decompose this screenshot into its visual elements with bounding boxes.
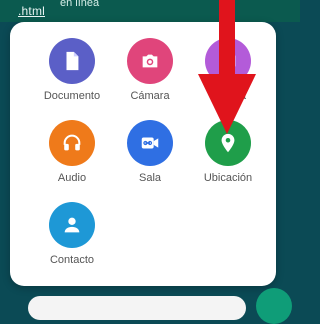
headphones-icon <box>49 120 95 166</box>
chat-title[interactable]: .html <box>18 4 45 18</box>
send-button[interactable] <box>256 288 292 324</box>
person-icon <box>49 202 95 248</box>
video-link-icon <box>127 120 173 166</box>
document-icon <box>49 38 95 84</box>
camera-icon <box>127 38 173 84</box>
attach-camera-button[interactable]: Cámara <box>110 38 190 103</box>
chat-status: en línea <box>60 0 100 9</box>
arrow-down-icon <box>198 0 256 134</box>
attach-room-label: Sala <box>138 172 162 184</box>
attach-contact-button[interactable]: Contacto <box>32 202 112 267</box>
attach-camera-label: Cámara <box>130 90 170 102</box>
attach-contact-label: Contacto <box>49 254 95 266</box>
attach-document-button[interactable]: Documento <box>32 38 112 103</box>
attach-audio-button[interactable]: Audio <box>32 120 112 185</box>
attach-audio-label: Audio <box>57 172 87 184</box>
attach-document-label: Documento <box>43 90 101 102</box>
attach-room-button[interactable]: Sala <box>110 120 190 185</box>
attach-location-label: Ubicación <box>203 172 253 184</box>
